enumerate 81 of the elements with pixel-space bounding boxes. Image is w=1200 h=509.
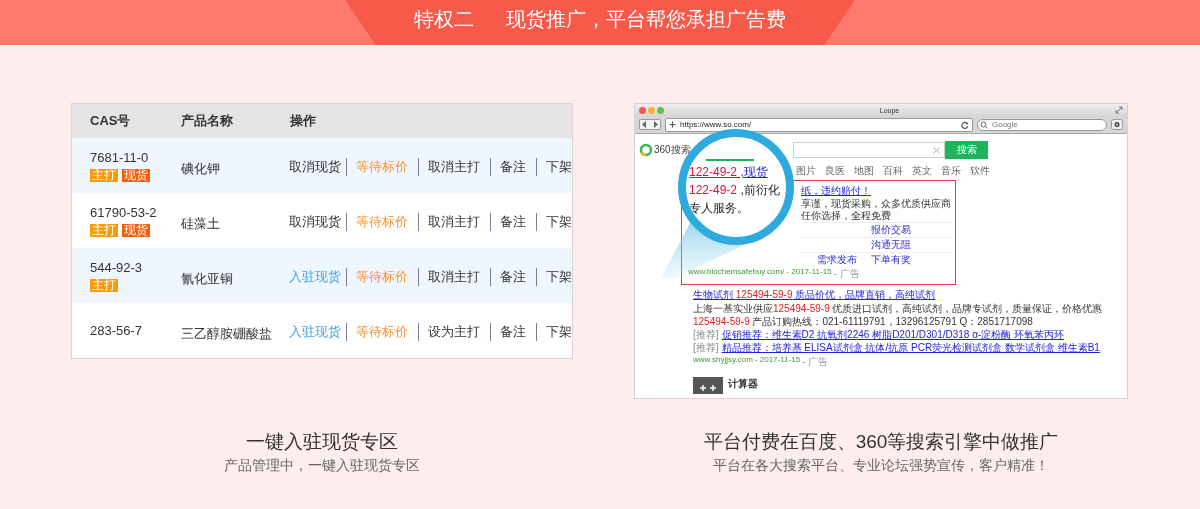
back-forward-icon [640, 120, 660, 129]
search-tab[interactable]: 百科 [883, 164, 903, 178]
address-bar[interactable]: https://www.so.com/ [665, 117, 973, 132]
feature-title: 一键入驻现货专区 [245, 430, 399, 454]
ad-link[interactable]: 下单有奖 [871, 253, 911, 267]
action-link[interactable]: 下架 [536, 267, 572, 286]
search-tab[interactable]: 地图 [854, 164, 874, 178]
action-link[interactable]: 下架 [536, 157, 572, 176]
ring-icon [639, 143, 653, 157]
action-link[interactable]: 取消现货 [289, 212, 344, 231]
ad-description: 享谨，现货采购，众多优质供应商任你选择，全程免费 [801, 198, 951, 222]
tag-label: 主打 [90, 278, 118, 292]
search-field[interactable] [793, 142, 945, 158]
feature-title: 平台付费在百度、360等搜索引擎中做推广 [702, 430, 1060, 454]
ad-title-link[interactable]: 纸，违约赔付！ [801, 184, 951, 198]
cas-number: 7681-11-0 [90, 149, 150, 166]
magnified-text: 122-49-2 ,前衍化 [689, 182, 781, 199]
cas-number: 544-92-3 [90, 259, 144, 276]
cas-number: 61790-53-2 [90, 204, 158, 221]
ad-tag: - 广告 [833, 267, 860, 281]
tag-label: 主打 [90, 168, 118, 182]
banner-label: 特权二 [414, 7, 474, 32]
magnified-text: 专人服务。 [689, 200, 750, 217]
expand-icon [1115, 106, 1123, 114]
back-forward-buttons[interactable] [639, 119, 661, 130]
magnified-text[interactable]: 122-49-2 ,现货 [689, 163, 786, 181]
close-icon [933, 146, 940, 154]
result-url: www.shyjjsy.com [693, 355, 753, 366]
tag-label: 主打 [90, 223, 118, 237]
ad-link[interactable]: 报价交易 [871, 223, 911, 237]
product-name: 硅藻土 [180, 215, 220, 231]
action-link[interactable]: 取消现货 [289, 157, 344, 176]
url-text: https://www.so.com/ [680, 120, 753, 129]
action-link[interactable]: 下架 [536, 322, 572, 341]
result-snippet: 125494-59-9 产品订购热线：021-61119791，13296125791 Q：2851717098 [693, 316, 1034, 328]
action-link[interactable]: 设为主打 [418, 322, 488, 341]
calculator-title: 计算器 [728, 377, 758, 391]
action-link[interactable]: 取消主打 [418, 267, 488, 286]
search-tab[interactable]: 英文 [912, 164, 932, 178]
plus-icon [669, 121, 676, 128]
search-tab[interactable]: 图片 [796, 164, 816, 178]
search-icon [980, 120, 990, 129]
ad-link[interactable]: 沟通无阻 [871, 238, 911, 252]
banner-title: 现货推广，平台帮您承担广告费 [506, 7, 786, 32]
product-name: 氰化亚铜 [180, 270, 233, 286]
cas-number: 283-56-7 [90, 322, 144, 339]
result-date: - 2017-11-15 [754, 355, 801, 366]
result-date: - 2017-11-15 [786, 267, 832, 278]
action-link[interactable]: 取消主打 [418, 212, 488, 231]
column-header: 操作 [290, 112, 317, 130]
action-link[interactable]: 备注 [490, 157, 534, 176]
promo-link[interactable]: 精品推荐：培养基 ELISA试剂盒 抗体/抗原 PCR荧光检测试剂盒 数学试剂盒 维生素B1 [721, 342, 1100, 354]
ad-tag: - 广告 [802, 355, 829, 369]
plus-minus-icon [698, 383, 718, 393]
search-tab[interactable]: 良医 [825, 164, 845, 178]
promo-link[interactable]: 促销推荐：维生素D2 抗氧剂2246 树脂D201/D301/D318 α-淀粉酶 环氧苯丙环 [721, 329, 1065, 341]
product-name: 碘化钾 [180, 160, 220, 176]
action-link[interactable]: 备注 [490, 267, 534, 286]
column-header: 产品名称 [181, 112, 234, 130]
promo-tag: [推荐] [693, 329, 719, 341]
browser-search-field[interactable]: Google [977, 118, 1107, 131]
action-link[interactable]: 备注 [490, 212, 534, 231]
action-link[interactable]: 备注 [490, 322, 534, 341]
search-tab[interactable]: 音乐 [941, 164, 961, 178]
product-name: 三乙醇胺硼酸盐 [180, 325, 272, 341]
active-tab-underline [706, 159, 754, 161]
tag-label: 现货 [122, 168, 150, 182]
settings-icon [1111, 119, 1123, 130]
column-header: CAS号 [90, 112, 132, 130]
action-link[interactable]: 取消主打 [418, 157, 488, 176]
search-tab[interactable]: 软件 [970, 164, 990, 178]
tag-label: 现货 [122, 223, 150, 237]
feature-subtitle: 平台在各大搜索平台、专业论坛强势宣传，客户精准！ [712, 456, 1050, 475]
action-link[interactable]: 下架 [536, 212, 572, 231]
result-url: www.biochemsafebuy.com/ [688, 267, 785, 278]
feature-subtitle: 产品管理中，一键入驻现货专区 [223, 456, 421, 475]
ad-link[interactable]: 需求发布 [817, 253, 857, 267]
result-title-link[interactable]: 生物试剂 125494-59-9 质品价优，品牌直销，高纯试剂 [693, 288, 1127, 302]
result-snippet: 上海一基实业供应125494-59-9 优质进口试剂，高纯试剂，品牌专试剂，质量保证，价格优惠 [693, 303, 1104, 315]
reload-icon [961, 120, 969, 129]
promo-tag: [推荐] [693, 342, 719, 354]
